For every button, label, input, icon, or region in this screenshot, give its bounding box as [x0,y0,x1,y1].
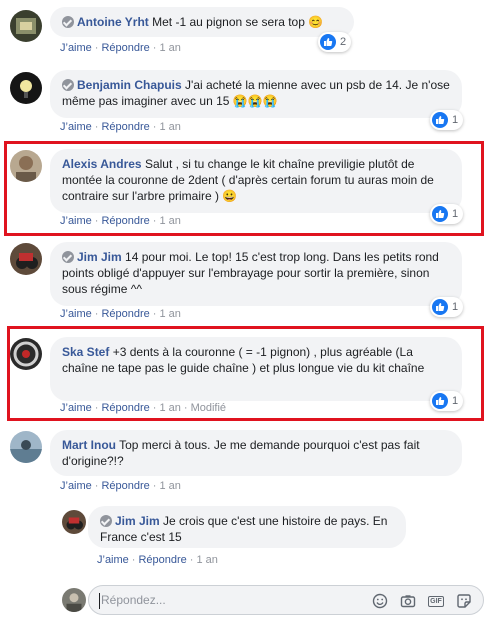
verified-icon [62,16,74,28]
comment-actions: J’aime · Répondre · 1 an · Modifié [60,402,227,414]
comment-author[interactable]: Jim Jim [77,250,122,264]
smiley-icon[interactable] [371,592,389,610]
like-icon [432,299,448,315]
like-link[interactable]: J’aime [60,308,92,320]
comment-text: Met -1 au pignon se sera top 😊 [152,15,324,29]
reaction-count[interactable]: 1 [430,391,464,411]
timestamp[interactable]: 1 an [159,308,180,320]
comment-author[interactable]: Ska Stef [62,345,109,359]
timestamp[interactable]: 1 an [159,42,180,54]
comment-actions: J’aime · Répondre · 1 an [60,308,181,320]
camera-icon[interactable] [399,592,417,610]
reply-link[interactable]: Répondre [101,121,149,133]
avatar[interactable] [10,72,42,104]
text-caret [99,593,100,609]
like-icon [432,206,448,222]
current-user-avatar[interactable] [62,588,86,612]
reaction-count[interactable]: 1 [430,297,464,317]
reply-link[interactable]: Répondre [138,554,186,566]
comment-actions: J’aime · Répondre · 1 an [60,121,181,133]
comment-bubble: Jim Jim 14 pour moi. Le top! 15 c'est tr… [50,242,462,306]
avatar[interactable] [10,150,42,182]
comment-author[interactable]: Mart Inou [62,438,116,452]
reply-link[interactable]: Répondre [101,42,149,54]
comment-author[interactable]: Benjamin Chapuis [77,78,182,92]
sticker-icon[interactable] [455,592,473,610]
comment-bubble: Alexis Andres Salut , si tu change le ki… [50,149,462,213]
avatar[interactable] [10,338,42,370]
comment-bubble: Benjamin Chapuis J'ai acheté la mienne a… [50,70,462,118]
like-link[interactable]: J’aime [97,554,129,566]
reply-link[interactable]: Répondre [101,402,149,414]
timestamp[interactable]: 1 an [159,215,180,227]
like-link[interactable]: J’aime [60,42,92,54]
comment-actions: J’aime · Répondre · 1 an [60,42,181,54]
avatar[interactable] [10,431,42,463]
like-link[interactable]: J’aime [60,480,92,492]
comment-bubble: Antoine Yrht Met -1 au pignon se sera to… [50,7,354,37]
timestamp[interactable]: 1 an [159,480,180,492]
comment-bubble: Jim Jim Je crois que c'est une histoire … [88,506,406,548]
like-link[interactable]: J’aime [60,402,92,414]
reaction-count[interactable]: 1 [430,110,464,130]
avatar[interactable] [10,10,42,42]
verified-icon [62,79,74,91]
verified-icon [62,251,74,263]
like-link[interactable]: J’aime [60,121,92,133]
comment-actions: J’aime · Répondre · 1 an [60,480,181,492]
reply-link[interactable]: Répondre [101,308,149,320]
like-icon [432,112,448,128]
comment-text: +3 dents à la couronne ( = -1 pignon) , … [62,345,425,375]
verified-icon [100,515,112,527]
like-link[interactable]: J’aime [60,215,92,227]
reply-composer: GIF [88,585,484,615]
comment-author[interactable]: Jim Jim [115,514,160,528]
comment-author[interactable]: Antoine Yrht [77,15,149,29]
timestamp[interactable]: 1 an [159,402,180,414]
edited-label[interactable]: Modifié [191,402,226,414]
comment-actions: J’aime · Répondre · 1 an [60,215,181,227]
reply-link[interactable]: Répondre [101,215,149,227]
timestamp[interactable]: 1 an [196,554,217,566]
like-icon [320,34,336,50]
comment-bubble: Mart Inou Top merci à tous. Je me demand… [50,430,462,476]
composer-icons: GIF [371,592,473,610]
comment-author[interactable]: Alexis Andres [62,157,142,171]
comment-text: Top merci à tous. Je me demande pourquoi… [62,438,420,468]
reply-link[interactable]: Répondre [101,480,149,492]
gif-icon[interactable]: GIF [427,592,445,610]
like-icon [432,393,448,409]
avatar[interactable] [62,510,86,534]
avatar[interactable] [10,243,42,275]
timestamp[interactable]: 1 an [159,121,180,133]
reaction-count[interactable]: 2 [318,32,352,52]
reply-input[interactable] [101,593,361,607]
reaction-count[interactable]: 1 [430,204,464,224]
comment-bubble: Ska Stef +3 dents à la couronne ( = -1 p… [50,337,462,401]
comment-actions: J’aime · Répondre · 1 an [97,554,218,566]
